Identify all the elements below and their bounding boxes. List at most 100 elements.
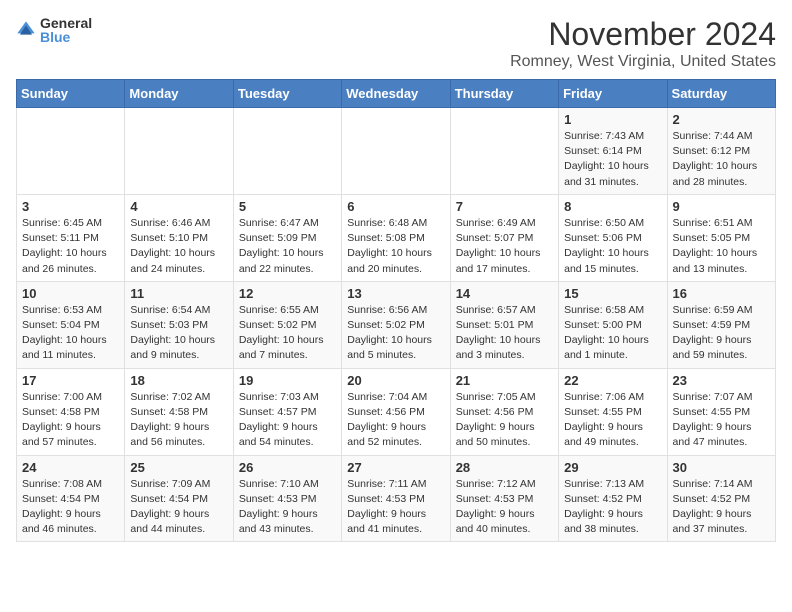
calendar-cell: 5 Sunrise: 6:47 AM Sunset: 5:09 PM Daylig… xyxy=(233,194,341,281)
day-info: Sunrise: 7:44 AM Sunset: 6:12 PM Dayligh… xyxy=(673,129,770,190)
day-number: 28 xyxy=(456,460,553,475)
day-number: 8 xyxy=(564,199,661,214)
day-number: 27 xyxy=(347,460,444,475)
day-number: 30 xyxy=(673,460,770,475)
day-info: Sunrise: 7:10 AM Sunset: 4:53 PM Dayligh… xyxy=(239,477,336,538)
day-number: 17 xyxy=(22,373,119,388)
location-title: Romney, West Virginia, United States xyxy=(510,53,776,71)
day-info: Sunrise: 7:07 AM Sunset: 4:55 PM Dayligh… xyxy=(673,390,770,451)
calendar-cell xyxy=(450,108,558,195)
calendar-cell: 12Sunrise: 6:55 AM Sunset: 5:02 PM Dayli… xyxy=(233,281,341,368)
day-info: Sunrise: 6:46 AM Sunset: 5:10 PM Dayligh… xyxy=(130,216,227,277)
header: General Blue November 2024 Romney, West … xyxy=(16,16,776,71)
day-info: Sunrise: 7:08 AM Sunset: 4:54 PM Dayligh… xyxy=(22,477,119,538)
day-info: Sunrise: 6:56 AM Sunset: 5:02 PM Dayligh… xyxy=(347,303,444,364)
calendar-cell: 29Sunrise: 7:13 AM Sunset: 4:52 PM Dayli… xyxy=(559,455,667,542)
day-info: Sunrise: 7:13 AM Sunset: 4:52 PM Dayligh… xyxy=(564,477,661,538)
day-info: Sunrise: 7:04 AM Sunset: 4:56 PM Dayligh… xyxy=(347,390,444,451)
calendar-cell: 20Sunrise: 7:04 AM Sunset: 4:56 PM Dayli… xyxy=(342,368,450,455)
weekday-header-row: SundayMondayTuesdayWednesdayThursdayFrid… xyxy=(17,80,776,108)
day-number: 15 xyxy=(564,286,661,301)
calendar-cell: 13 Sunrise: 6:56 AM Sunset: 5:02 PM Dayli… xyxy=(342,281,450,368)
day-number: 21 xyxy=(456,373,553,388)
calendar-cell: 11 Sunrise: 6:54 AM Sunset: 5:03 PM Dayli… xyxy=(125,281,233,368)
day-number: 26 xyxy=(239,460,336,475)
day-info: Sunrise: 6:51 AM Sunset: 5:05 PM Dayligh… xyxy=(673,216,770,277)
day-info: Sunrise: 6:47 AM Sunset: 5:09 PM Dayligh… xyxy=(239,216,336,277)
calendar-week-4: 17 Sunrise: 7:00 AM Sunset: 4:58 PM Dayli… xyxy=(17,368,776,455)
calendar-cell: 6 Sunrise: 6:48 AM Sunset: 5:08 PM Daylig… xyxy=(342,194,450,281)
day-info: Sunrise: 6:58 AM Sunset: 5:00 PM Dayligh… xyxy=(564,303,661,364)
calendar-cell: 2 Sunrise: 7:44 AM Sunset: 6:12 PM Daylig… xyxy=(667,108,775,195)
calendar-cell xyxy=(125,108,233,195)
calendar-cell: 10Sunrise: 6:53 AM Sunset: 5:04 PM Dayli… xyxy=(17,281,125,368)
calendar-cell: 27 Sunrise: 7:11 AM Sunset: 4:53 PM Dayli… xyxy=(342,455,450,542)
day-info: Sunrise: 7:14 AM Sunset: 4:52 PM Dayligh… xyxy=(673,477,770,538)
calendar-cell xyxy=(17,108,125,195)
logo-general: General xyxy=(40,16,92,30)
day-info: Sunrise: 7:09 AM Sunset: 4:54 PM Dayligh… xyxy=(130,477,227,538)
day-number: 10 xyxy=(22,286,119,301)
calendar-table: SundayMondayTuesdayWednesdayThursdayFrid… xyxy=(16,79,776,542)
calendar-cell: 16 Sunrise: 6:59 AM Sunset: 4:59 PM Dayli… xyxy=(667,281,775,368)
calendar-week-3: 10Sunrise: 6:53 AM Sunset: 5:04 PM Dayli… xyxy=(17,281,776,368)
logo-icon xyxy=(16,20,36,40)
calendar-week-2: 3 Sunrise: 6:45 AM Sunset: 5:11 PM Daylig… xyxy=(17,194,776,281)
day-number: 6 xyxy=(347,199,444,214)
day-number: 11 xyxy=(130,286,227,301)
day-info: Sunrise: 6:54 AM Sunset: 5:03 PM Dayligh… xyxy=(130,303,227,364)
day-info: Sunrise: 6:59 AM Sunset: 4:59 PM Dayligh… xyxy=(673,303,770,364)
day-number: 22 xyxy=(564,373,661,388)
month-title: November 2024 xyxy=(510,16,776,53)
calendar-cell: 9 Sunrise: 6:51 AM Sunset: 5:05 PM Daylig… xyxy=(667,194,775,281)
day-info: Sunrise: 7:06 AM Sunset: 4:55 PM Dayligh… xyxy=(564,390,661,451)
day-info: Sunrise: 7:05 AM Sunset: 4:56 PM Dayligh… xyxy=(456,390,553,451)
day-info: Sunrise: 7:02 AM Sunset: 4:58 PM Dayligh… xyxy=(130,390,227,451)
calendar-cell xyxy=(342,108,450,195)
logo-text: General Blue xyxy=(40,16,92,44)
day-number: 9 xyxy=(673,199,770,214)
calendar-cell: 15 Sunrise: 6:58 AM Sunset: 5:00 PM Dayli… xyxy=(559,281,667,368)
day-number: 5 xyxy=(239,199,336,214)
day-info: Sunrise: 7:03 AM Sunset: 4:57 PM Dayligh… xyxy=(239,390,336,451)
day-number: 7 xyxy=(456,199,553,214)
calendar-cell: 17 Sunrise: 7:00 AM Sunset: 4:58 PM Dayli… xyxy=(17,368,125,455)
day-info: Sunrise: 6:49 AM Sunset: 5:07 PM Dayligh… xyxy=(456,216,553,277)
day-info: Sunrise: 7:11 AM Sunset: 4:53 PM Dayligh… xyxy=(347,477,444,538)
day-info: Sunrise: 6:50 AM Sunset: 5:06 PM Dayligh… xyxy=(564,216,661,277)
day-number: 19 xyxy=(239,373,336,388)
day-info: Sunrise: 6:55 AM Sunset: 5:02 PM Dayligh… xyxy=(239,303,336,364)
day-info: Sunrise: 7:00 AM Sunset: 4:58 PM Dayligh… xyxy=(22,390,119,451)
day-number: 2 xyxy=(673,112,770,127)
weekday-header-saturday: Saturday xyxy=(667,80,775,108)
day-number: 14 xyxy=(456,286,553,301)
calendar-cell: 30 Sunrise: 7:14 AM Sunset: 4:52 PM Dayli… xyxy=(667,455,775,542)
calendar-cell: 26 Sunrise: 7:10 AM Sunset: 4:53 PM Dayli… xyxy=(233,455,341,542)
calendar-cell: 14 Sunrise: 6:57 AM Sunset: 5:01 PM Dayli… xyxy=(450,281,558,368)
day-info: Sunrise: 6:57 AM Sunset: 5:01 PM Dayligh… xyxy=(456,303,553,364)
calendar-cell: 18Sunrise: 7:02 AM Sunset: 4:58 PM Dayli… xyxy=(125,368,233,455)
day-number: 25 xyxy=(130,460,227,475)
day-number: 4 xyxy=(130,199,227,214)
logo-blue: Blue xyxy=(40,30,92,44)
day-number: 23 xyxy=(673,373,770,388)
day-info: Sunrise: 6:45 AM Sunset: 5:11 PM Dayligh… xyxy=(22,216,119,277)
day-number: 16 xyxy=(673,286,770,301)
day-number: 3 xyxy=(22,199,119,214)
day-info: Sunrise: 7:43 AM Sunset: 6:14 PM Dayligh… xyxy=(564,129,661,190)
day-info: Sunrise: 6:48 AM Sunset: 5:08 PM Dayligh… xyxy=(347,216,444,277)
day-number: 1 xyxy=(564,112,661,127)
weekday-header-wednesday: Wednesday xyxy=(342,80,450,108)
calendar-cell: 8 Sunrise: 6:50 AM Sunset: 5:06 PM Daylig… xyxy=(559,194,667,281)
calendar-cell: 23 Sunrise: 7:07 AM Sunset: 4:55 PM Dayli… xyxy=(667,368,775,455)
calendar-cell: 22 Sunrise: 7:06 AM Sunset: 4:55 PM Dayli… xyxy=(559,368,667,455)
calendar-cell xyxy=(233,108,341,195)
calendar-cell: 24Sunrise: 7:08 AM Sunset: 4:54 PM Dayli… xyxy=(17,455,125,542)
calendar-week-5: 24Sunrise: 7:08 AM Sunset: 4:54 PM Dayli… xyxy=(17,455,776,542)
calendar-cell: 1 Sunrise: 7:43 AM Sunset: 6:14 PM Daylig… xyxy=(559,108,667,195)
calendar-cell: 4 Sunrise: 6:46 AM Sunset: 5:10 PM Daylig… xyxy=(125,194,233,281)
day-number: 13 xyxy=(347,286,444,301)
weekday-header-tuesday: Tuesday xyxy=(233,80,341,108)
day-info: Sunrise: 7:12 AM Sunset: 4:53 PM Dayligh… xyxy=(456,477,553,538)
calendar-cell: 3 Sunrise: 6:45 AM Sunset: 5:11 PM Daylig… xyxy=(17,194,125,281)
